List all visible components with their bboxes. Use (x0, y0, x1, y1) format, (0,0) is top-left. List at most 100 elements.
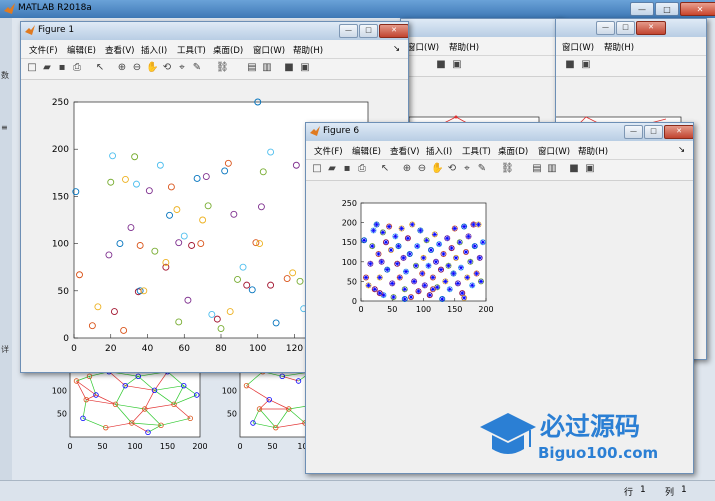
new-icon[interactable]: □ (26, 62, 38, 74)
data-point (383, 239, 390, 246)
hide-plot-tools-icon[interactable]: ■ (283, 62, 295, 74)
menu-item[interactable]: 桌面(D) (213, 44, 243, 56)
insert-legend-icon[interactable]: ▥ (546, 163, 558, 175)
dock-arrow-icon[interactable]: ↘ (393, 44, 400, 54)
dock-arrow-icon[interactable]: ↘ (678, 145, 685, 155)
open-icon[interactable]: ▰ (41, 62, 53, 74)
menu-item[interactable]: 插入(I) (141, 44, 167, 56)
menu-help[interactable]: 帮助(H) (604, 41, 634, 53)
figure-1-title: Figure 1 (38, 25, 75, 35)
zoom-in-icon[interactable]: ⊕ (401, 163, 413, 175)
pan-icon[interactable]: ✋ (431, 163, 443, 175)
y-tick-label: 100 (52, 386, 67, 395)
show-plot-tools-icon[interactable]: ▣ (580, 59, 592, 71)
zoom-out-icon[interactable]: ⊖ (131, 62, 143, 74)
y-tick-label: 100 (222, 386, 237, 395)
y-tick-label: 0 (63, 334, 69, 344)
data-point (439, 296, 446, 303)
x-tick-label: 200 (478, 305, 493, 314)
brush-icon[interactable]: ✎ (476, 163, 488, 175)
data-point (411, 278, 418, 285)
figure-6-title: Figure 6 (323, 126, 360, 136)
figure-maximize-button[interactable]: □ (644, 125, 663, 139)
figure-close-button[interactable]: ✕ (636, 21, 666, 35)
save-icon[interactable]: ▪ (341, 163, 353, 175)
data-point (384, 266, 391, 273)
data-point (403, 268, 410, 275)
figure-6-titlebar[interactable]: Figure 6 — □ ✕ (306, 123, 693, 141)
minimize-button[interactable]: — (630, 2, 654, 16)
brush-icon[interactable]: ✎ (191, 62, 203, 74)
menu-item[interactable]: 编辑(E) (67, 44, 96, 56)
menu-item[interactable]: 工具(T) (462, 145, 491, 157)
pan-icon[interactable]: ✋ (146, 62, 158, 74)
close-button[interactable]: ✕ (680, 2, 715, 16)
print-icon[interactable]: ⎙ (71, 62, 83, 74)
show-plot-tools-icon[interactable]: ▣ (584, 163, 596, 175)
data-point (451, 225, 458, 232)
pointer-icon[interactable]: ↖ (379, 163, 391, 175)
data-cursor-icon[interactable]: ⌖ (461, 163, 473, 175)
zoom-out-icon[interactable]: ⊖ (416, 163, 428, 175)
rotate-icon[interactable]: ⟲ (161, 62, 173, 74)
menu-item[interactable]: 编辑(E) (352, 145, 381, 157)
zoom-in-icon[interactable]: ⊕ (116, 62, 128, 74)
figure-toolbar: ■ ▣ (401, 56, 561, 77)
menu-item[interactable]: 帮助(H) (578, 145, 608, 157)
figure-icon (25, 25, 35, 35)
figure-menubar: 文件(F) 编辑(E) 查看(V) 插入(I) 工具(T) 桌面(D) 窗口(W) 帮助(H)… (306, 141, 693, 160)
data-point (437, 266, 444, 273)
menu-item[interactable]: 查看(V) (390, 145, 419, 157)
hide-plot-tools-icon[interactable]: ■ (564, 59, 576, 71)
menu-item[interactable]: 工具(T) (177, 44, 206, 56)
hide-plot-tools-icon[interactable]: ■ (568, 163, 580, 175)
maximize-button[interactable]: □ (655, 2, 679, 16)
show-plot-tools-icon[interactable]: ▣ (451, 59, 463, 71)
link-icon[interactable]: ⛓ (216, 62, 229, 74)
figure-close-button[interactable]: ✕ (379, 24, 408, 38)
y-tick-label: 150 (52, 192, 69, 202)
hide-plot-tools-icon[interactable]: ■ (435, 59, 447, 71)
data-point (464, 274, 471, 281)
figure-minimize-button[interactable]: — (624, 125, 643, 139)
save-icon[interactable]: ▪ (56, 62, 68, 74)
x-tick-label: 100 (127, 442, 142, 451)
pointer-icon[interactable]: ↖ (94, 62, 106, 74)
figure-minimize-button[interactable]: — (596, 21, 615, 35)
menu-window[interactable]: 窗口(W) (407, 41, 439, 53)
figure-window-buttons: — □ ✕ (596, 21, 666, 35)
data-point (369, 243, 376, 250)
link-icon[interactable]: ⛓ (501, 163, 514, 175)
menu-item[interactable]: 帮助(H) (293, 44, 323, 56)
figure-1-titlebar[interactable]: Figure 1 — □ ✕ (21, 22, 408, 40)
figure-minimize-button[interactable]: — (339, 24, 358, 38)
insert-colorbar-icon[interactable]: ▤ (531, 163, 543, 175)
menu-help[interactable]: 帮助(H) (449, 41, 479, 53)
insert-legend-icon[interactable]: ▥ (261, 62, 273, 74)
menu-item[interactable]: 查看(V) (105, 44, 134, 56)
menu-item[interactable]: 窗口(W) (538, 145, 570, 157)
menu-item[interactable]: 文件(F) (314, 145, 343, 157)
x-tick-label: 150 (160, 442, 175, 451)
menu-item[interactable]: 插入(I) (426, 145, 452, 157)
show-plot-tools-icon[interactable]: ▣ (299, 62, 311, 74)
menu-item[interactable]: 文件(F) (29, 44, 58, 56)
figure-titlebar[interactable] (401, 19, 561, 37)
x-tick-label: 0 (358, 305, 363, 314)
menu-window[interactable]: 窗口(W) (562, 41, 594, 53)
insert-colorbar-icon[interactable]: ▤ (246, 62, 258, 74)
watermark-text: 必过源码 (540, 412, 641, 441)
open-icon[interactable]: ▰ (326, 163, 338, 175)
figure-maximize-button[interactable]: □ (616, 21, 635, 35)
figure-titlebar[interactable]: — □ ✕ (556, 19, 706, 37)
print-icon[interactable]: ⎙ (356, 163, 368, 175)
data-cursor-icon[interactable]: ⌖ (176, 62, 188, 74)
x-tick-label: 150 (447, 305, 462, 314)
figure-close-button[interactable]: ✕ (664, 125, 693, 139)
new-icon[interactable]: □ (311, 163, 323, 175)
menu-item[interactable]: 桌面(D) (498, 145, 528, 157)
data-point (390, 294, 397, 301)
rotate-icon[interactable]: ⟲ (446, 163, 458, 175)
menu-item[interactable]: 窗口(W) (253, 44, 285, 56)
figure-maximize-button[interactable]: □ (359, 24, 378, 38)
